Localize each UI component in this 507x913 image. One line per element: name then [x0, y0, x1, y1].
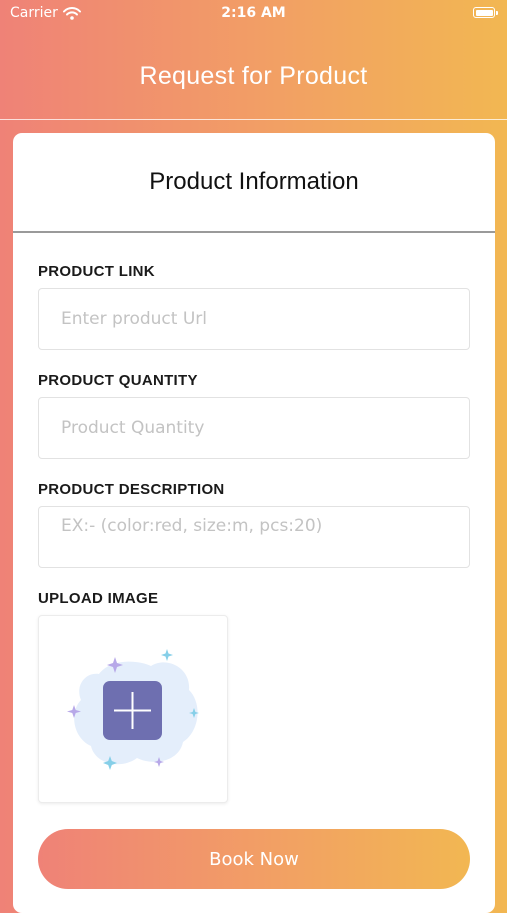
book-now-button[interactable]: Book Now — [38, 829, 470, 889]
product-quantity-input[interactable] — [38, 397, 470, 459]
battery-icon — [473, 7, 498, 18]
product-info-card: Product Information PRODUCT LINK PRODUCT… — [13, 133, 495, 913]
card-header: Product Information — [13, 133, 495, 233]
status-time: 2:16 AM — [221, 5, 286, 21]
add-image-icon — [67, 649, 199, 770]
upload-image-button[interactable] — [38, 615, 228, 803]
product-link-label: PRODUCT LINK — [38, 263, 155, 280]
product-description-input[interactable] — [38, 506, 470, 568]
card-title: Product Information — [149, 168, 359, 195]
upload-image-label: UPLOAD IMAGE — [38, 590, 159, 607]
product-quantity-label: PRODUCT QUANTITY — [38, 372, 198, 389]
page-title: Request for Product — [139, 62, 368, 90]
product-description-label: PRODUCT DESCRIPTION — [38, 481, 225, 498]
product-link-input[interactable] — [38, 288, 470, 350]
nav-divider — [0, 119, 507, 120]
status-bar: Carrier 2:16 AM — [0, 0, 507, 28]
